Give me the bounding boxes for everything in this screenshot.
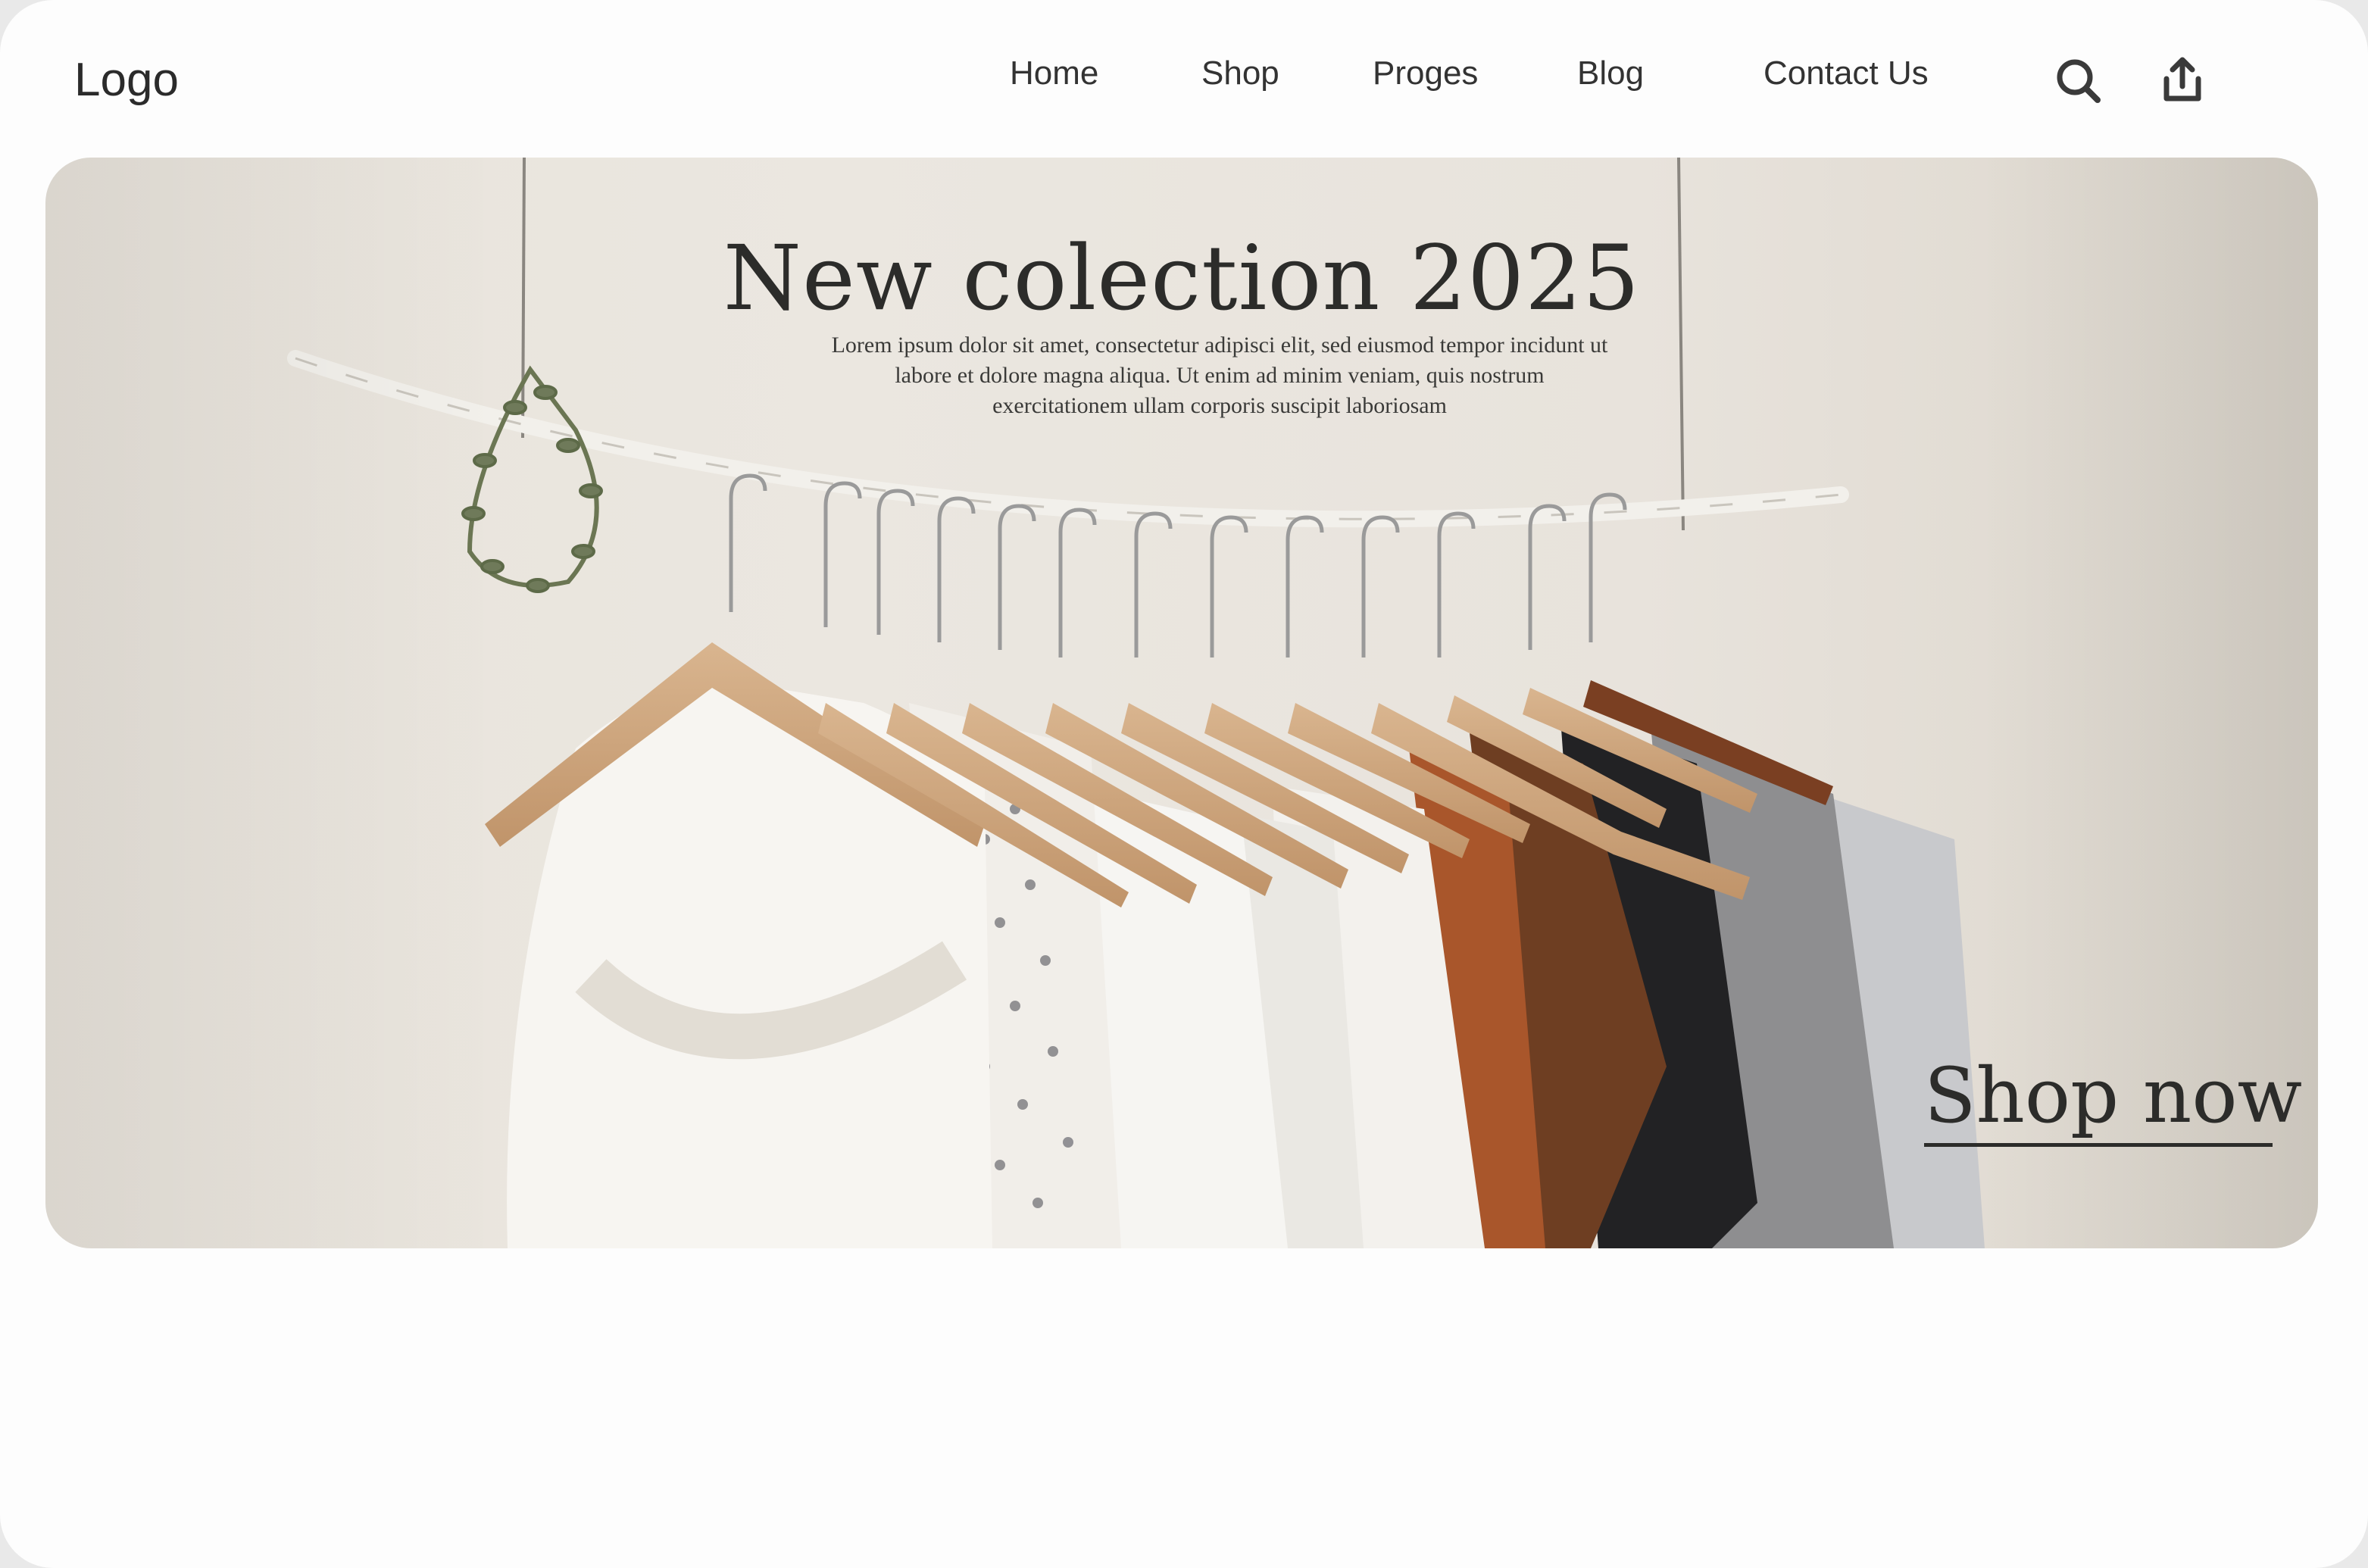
nav-shop[interactable]: Shop — [1201, 55, 1279, 92]
nav-contact-us[interactable]: Contact Us — [1764, 55, 1929, 92]
shop-now-button[interactable]: Shop now — [1924, 1051, 2302, 1147]
share-icon — [2163, 57, 2201, 102]
landing-page: Logo Home Shop Proges Blog Contact Us Ne… — [0, 0, 2368, 1568]
nav-pages[interactable]: Proges — [1373, 55, 1478, 92]
nav-blog[interactable]: Blog — [1577, 55, 1644, 92]
share-button[interactable] — [2156, 55, 2209, 108]
search-button[interactable] — [2052, 55, 2105, 108]
nav-home[interactable]: Home — [1010, 55, 1098, 92]
hero-banner: New colection 2025 Lorem ipsum dolor sit… — [45, 158, 2318, 1248]
hero-description: Lorem ipsum dolor sit amet, consectetur … — [831, 333, 1608, 418]
search-icon — [2057, 59, 2101, 103]
main-nav: Home Shop Proges Blog Contact Us — [0, 55, 2368, 108]
hero-title: New colection 2025 — [723, 226, 1641, 330]
